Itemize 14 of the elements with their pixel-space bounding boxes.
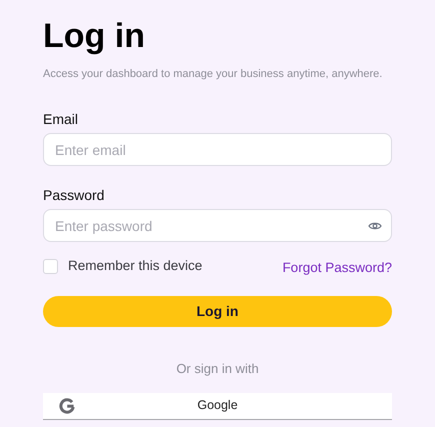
eye-icon[interactable] [368, 221, 382, 231]
input-field[interactable]: Enter password [43, 209, 392, 242]
field-label: Email [43, 110, 80, 128]
page-title: Log in [43, 16, 146, 57]
field-label: Password [43, 186, 106, 204]
google-button[interactable]: Google [43, 392, 392, 420]
remember-checkbox[interactable] [43, 258, 58, 274]
checkbox-label: Remember this device [68, 257, 202, 275]
input-field[interactable]: Enter email [43, 133, 392, 166]
divider-text: Or sign in with [175, 360, 260, 378]
forgot-password-link[interactable]: Forgot Password? [282, 258, 392, 278]
google-logo-icon [59, 398, 75, 414]
login-button[interactable]: Log in [43, 296, 392, 328]
subtitle: Access your dashboard to manage your business anytime, anywhere. [43, 67, 384, 82]
